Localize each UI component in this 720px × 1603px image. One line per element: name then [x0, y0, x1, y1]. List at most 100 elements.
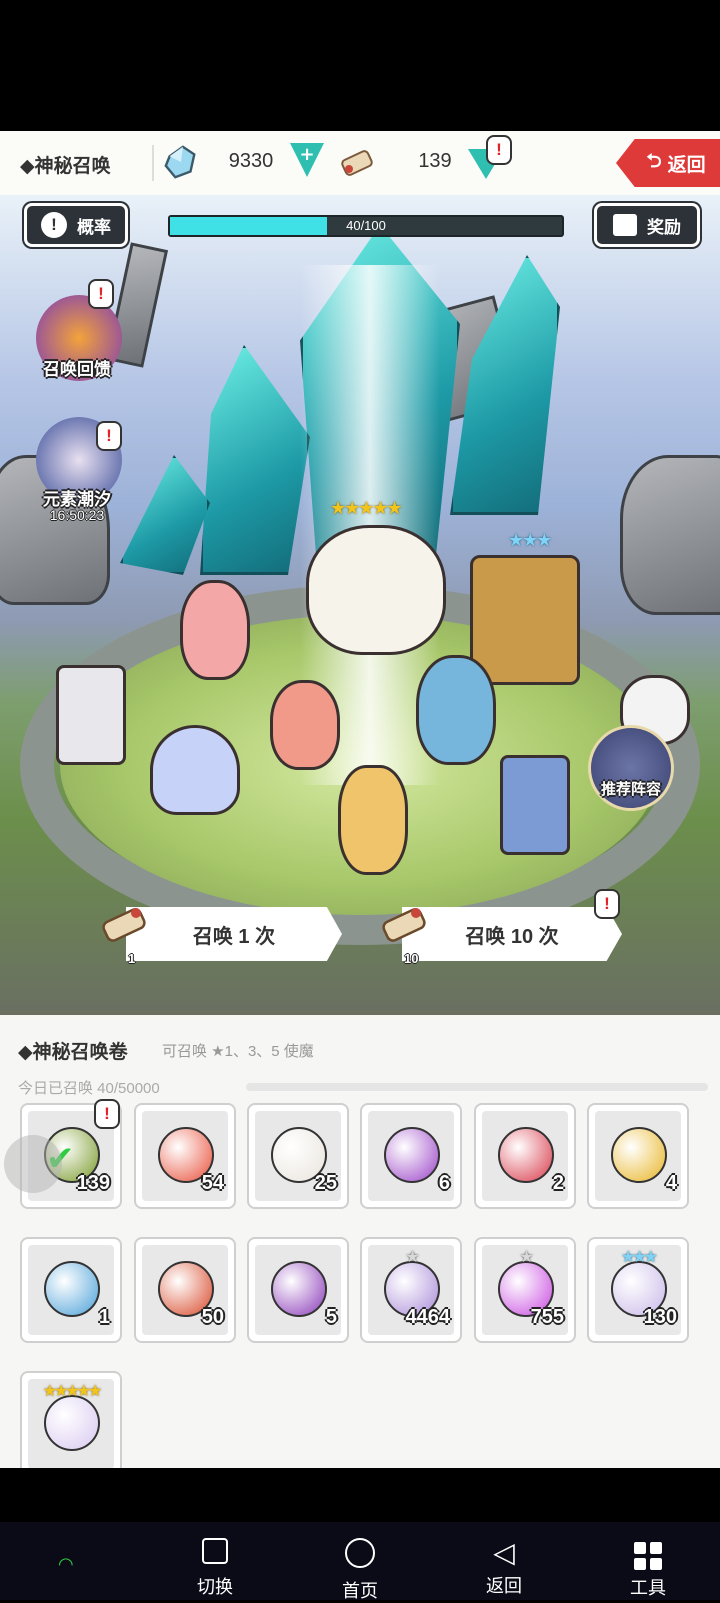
daily-summon-count: 今日已召唤 40/50000 [18, 1080, 160, 1097]
ghost-character [150, 725, 240, 815]
summon-ten-label: 召唤 10 次 [465, 925, 559, 948]
summon-scroll-icon [382, 908, 426, 942]
inventory-item[interactable]: 6 [360, 1103, 462, 1209]
item-count: 4 [665, 1172, 677, 1194]
bandaged-character [180, 580, 250, 680]
item-count: 5 [325, 1306, 337, 1328]
cactus-character [338, 765, 408, 875]
inventory-item[interactable]: 1 [20, 1237, 122, 1343]
recommend-lineup-button[interactable]: 推荐阵容 [588, 725, 674, 811]
inventory-note: 可召唤 ★1、3、5 使魔 [162, 1043, 314, 1060]
summon-once-cost: 1 [128, 951, 136, 966]
reward-label: 奖励 [647, 217, 681, 237]
summon-scroll-icon [102, 908, 146, 942]
item-star-rating: ★ [405, 1249, 419, 1266]
item-count: 25 [314, 1172, 337, 1194]
reward-button[interactable]: 奖励 [594, 203, 700, 247]
summon-ten-button[interactable]: 召唤 10 次 [402, 907, 622, 961]
divider [152, 145, 154, 181]
scroll-icon [341, 150, 373, 176]
item-count: 2 [552, 1172, 564, 1194]
wifi-icon: ◠ [58, 1554, 74, 1574]
cat-girl-character [270, 680, 340, 770]
daily-progress-track [246, 1083, 708, 1091]
item-star-rating: ★★★★★ [42, 1383, 103, 1400]
five-star-rating: ★★★★★ [330, 498, 403, 518]
circle-icon [345, 1538, 375, 1568]
item-count: 139 [76, 1172, 110, 1194]
triangle-back-icon: ◁ [493, 1537, 515, 1568]
nav-tools-label: 工具 [630, 1578, 666, 1598]
element-tide-timer: 16:50:23 [49, 507, 105, 523]
item-count: 6 [438, 1172, 450, 1194]
orb-5star-icon [44, 1395, 100, 1451]
gold-scroll-icon [611, 1127, 667, 1183]
alert-icon: ! [94, 1099, 120, 1129]
inventory-item[interactable]: 25 [247, 1103, 349, 1209]
nav-back-label: 返回 [486, 1576, 522, 1596]
inventory-item[interactable]: 5 [247, 1237, 349, 1343]
floating-assist-button[interactable] [4, 1135, 62, 1193]
alert-icon: ! [486, 135, 512, 165]
summon-scene: ★★★★★ ★★★ ! 概率 40/100 奖励 ! 召唤回馈 ! 元素潮汐 16… [0, 195, 720, 1015]
back-label: 返回 [667, 154, 706, 176]
svg-text:+: + [299, 144, 314, 165]
summon-feedback-label: 召唤回馈 [43, 360, 111, 379]
inventory-item[interactable]: 4 [587, 1103, 689, 1209]
warning-icon: ! [41, 212, 67, 238]
inventory-item[interactable]: 54 [134, 1103, 236, 1209]
alert-icon: ! [88, 279, 114, 309]
item-star-rating: ★★★ [620, 1249, 658, 1266]
inventory-item[interactable]: ★ 4464 [360, 1237, 462, 1343]
inventory-item[interactable]: ★ 755 [474, 1237, 576, 1343]
scroll-count: 139 [418, 150, 452, 172]
red-scroll-icon [498, 1127, 554, 1183]
purple-scroll-icon [384, 1127, 440, 1183]
rate-label: 概率 [77, 217, 111, 237]
page-title: ◆神秘召唤 [20, 156, 111, 177]
back-button[interactable]: ⮌ 返回 [616, 139, 720, 187]
back-arrow-icon: ⮌ [646, 151, 662, 172]
nav-tools-button[interactable]: 工具 [603, 1538, 693, 1600]
summon-ten-cost: 10 [404, 951, 419, 966]
item-count: 130 [643, 1306, 677, 1328]
nav-home-button[interactable]: 首页 [315, 1538, 405, 1603]
alert-icon: ! [96, 421, 122, 451]
progress-bar: 40/100 [168, 215, 564, 237]
gem-icon [164, 145, 196, 179]
progress-text: 40/100 [346, 218, 386, 233]
nav-switch-button[interactable]: 切换 [170, 1538, 260, 1599]
item-count: 4464 [405, 1306, 451, 1328]
nav-home-label: 首页 [342, 1581, 378, 1601]
violet-gold-scroll-icon [271, 1261, 327, 1317]
inventory-item[interactable]: ★★★★★ [20, 1371, 122, 1468]
inventory-item[interactable]: 50 [134, 1237, 236, 1343]
blue-bandaged-character [416, 655, 496, 765]
system-nav-bar: ◠ 切换 首页 ◁ 返回 工具 [0, 1468, 720, 1603]
inventory-item[interactable]: ★★★ 130 [587, 1237, 689, 1343]
top-bar: ◆神秘召唤 9330 + 139 ! ⮌ 返回 [0, 131, 720, 195]
crystal-shard [200, 345, 310, 575]
card-soldier-character [56, 665, 126, 765]
recommend-lineup-label: 推荐阵容 [600, 781, 661, 798]
blue-scroll-icon [44, 1261, 100, 1317]
item-count: 54 [201, 1172, 224, 1194]
item-star-rating: ★ [519, 1249, 533, 1266]
nav-switch-label: 切换 [197, 1577, 233, 1597]
item-count: 755 [530, 1306, 564, 1328]
nav-back-button[interactable]: ◁ 返回 [459, 1538, 549, 1598]
rate-button[interactable]: ! 概率 [24, 203, 128, 247]
minotaur-character [470, 555, 580, 685]
square-icon [202, 1538, 228, 1564]
inventory-item[interactable]: 2 [474, 1103, 576, 1209]
add-gems-icon[interactable]: + [290, 143, 324, 177]
item-count: 1 [98, 1306, 110, 1328]
summon-once-button[interactable]: 召唤 1 次 [126, 907, 342, 961]
inventory-title: ◆神秘召唤卷 [18, 1042, 128, 1063]
alert-icon: ! [594, 889, 620, 919]
rock [620, 455, 720, 615]
item-count: 50 [201, 1306, 224, 1328]
summon-once-label: 召唤 1 次 [192, 925, 276, 948]
spade-card-character [500, 755, 570, 855]
gift-icon [613, 214, 637, 236]
